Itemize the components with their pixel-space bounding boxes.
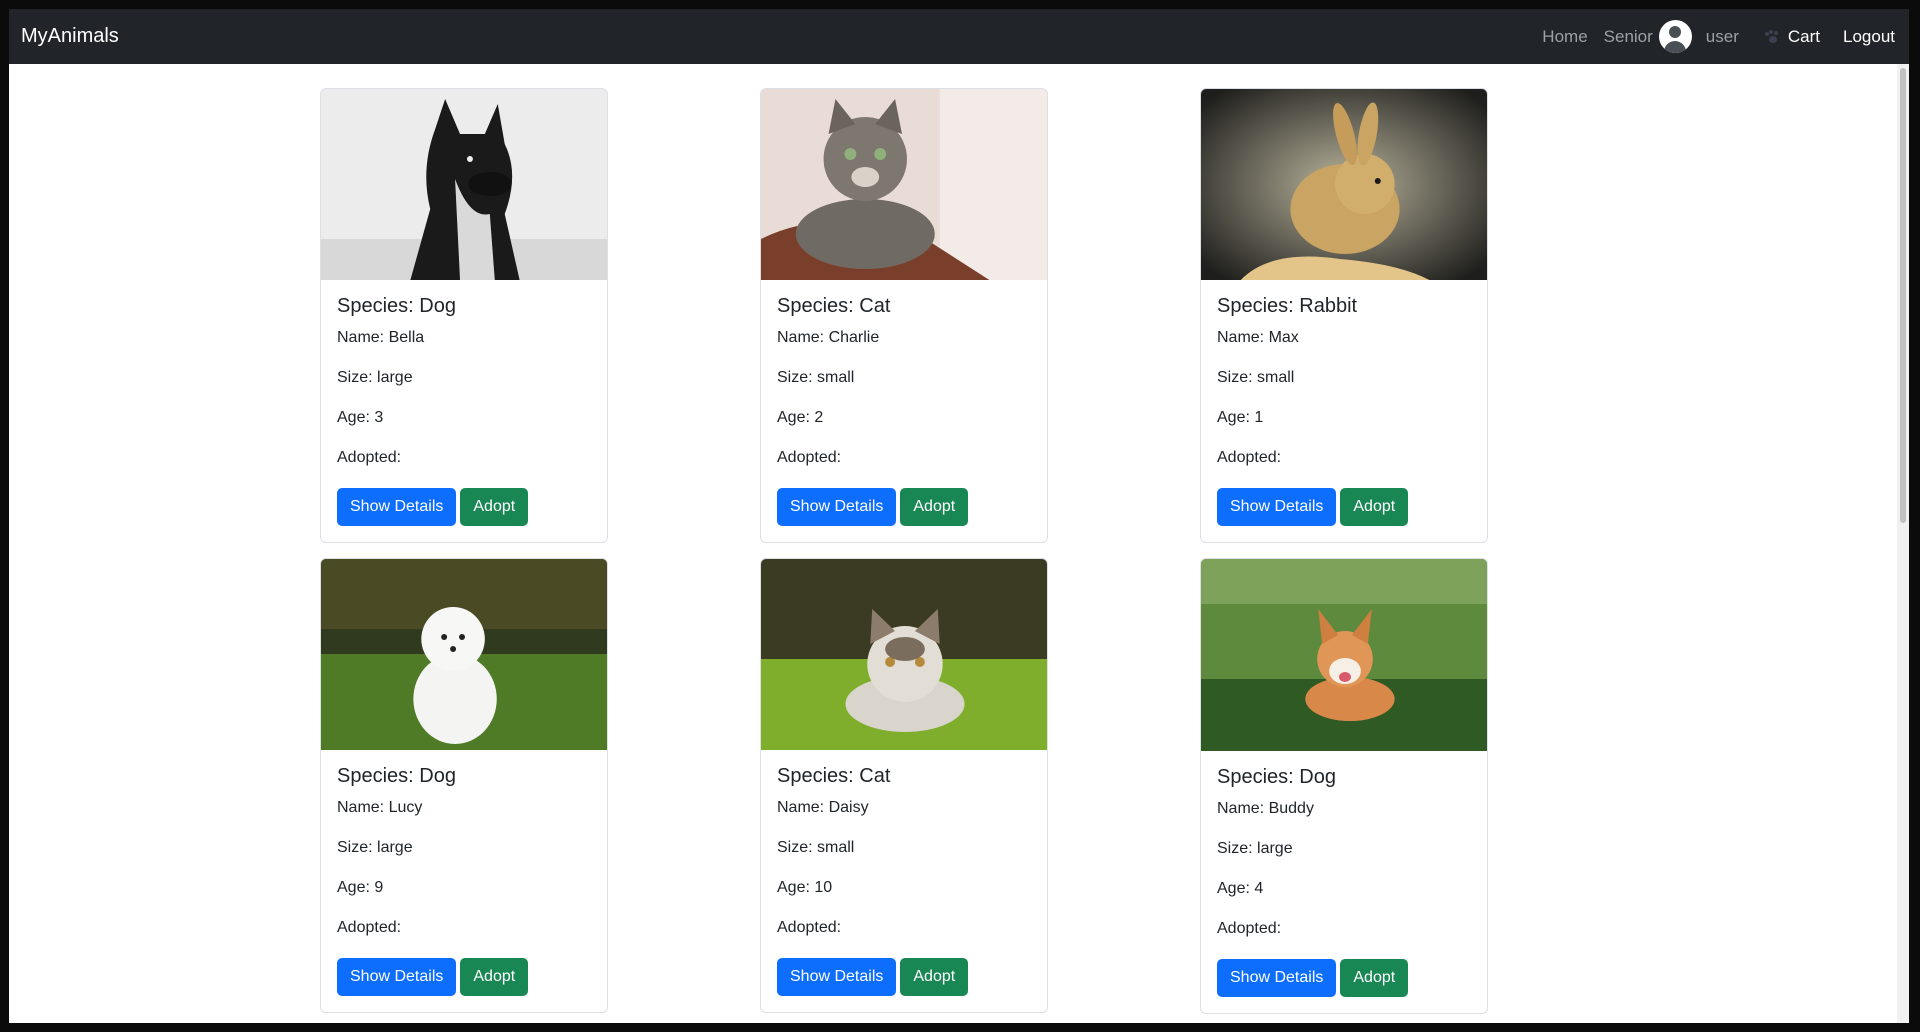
nav-cart-label: Cart <box>1787 26 1820 46</box>
animal-name: Name: Max <box>1217 329 1299 346</box>
animal-size: Size: large <box>1217 840 1293 857</box>
animal-adopted: Adopted: <box>337 449 402 466</box>
animal-age: Age: 9 <box>337 879 384 896</box>
animal-species: Species: Cat <box>777 295 891 317</box>
animal-card: Species: Cat Name: Charlie Size: small A… <box>760 88 1048 543</box>
show-details-button[interactable]: Show Details <box>1217 959 1337 997</box>
paw-icon <box>1764 29 1781 44</box>
animal-name: Name: Lucy <box>337 799 423 816</box>
adopt-button[interactable]: Adopt <box>460 958 529 996</box>
animal-card: Species: Dog Name: Buddy Size: large Age… <box>1200 558 1488 1014</box>
adopt-button[interactable]: Adopt <box>900 488 969 526</box>
adopt-button[interactable]: Adopt <box>900 958 969 996</box>
top-navbar: MyAnimals Home Senior user Cart Logout <box>9 9 1909 64</box>
animal-card: Species: Cat Name: Daisy Size: small Age… <box>760 558 1048 1013</box>
animal-name: Name: Buddy <box>1217 800 1314 817</box>
animal-name: Name: Charlie <box>777 329 880 346</box>
animal-adopted: Adopted: <box>777 449 842 466</box>
animal-size: Size: small <box>777 369 855 386</box>
animal-species: Species: Dog <box>1217 766 1336 788</box>
animal-age: Age: 2 <box>777 409 824 426</box>
avatar-head-shape <box>1669 26 1682 38</box>
brand-link[interactable]: MyAnimals <box>21 25 119 48</box>
animal-photo-dog <box>321 89 607 280</box>
adopt-button[interactable]: Adopt <box>460 488 529 526</box>
show-details-button[interactable]: Show Details <box>1217 488 1337 526</box>
animal-species: Species: Dog <box>337 295 456 317</box>
animal-size: Size: small <box>777 839 855 856</box>
animal-name: Name: Bella <box>337 329 425 346</box>
animal-age: Age: 4 <box>1217 880 1264 897</box>
show-details-button[interactable]: Show Details <box>777 488 897 526</box>
avatar-body-shape <box>1664 41 1687 53</box>
animal-photo-dog <box>1201 559 1487 751</box>
animal-card: Species: Dog Name: Bella Size: large Age… <box>320 88 608 543</box>
animal-age: Age: 3 <box>337 409 384 426</box>
adopt-button[interactable]: Adopt <box>1340 959 1409 997</box>
animal-species: Species: Cat <box>777 765 891 787</box>
animal-adopted: Adopted: <box>1217 449 1282 466</box>
animal-photo-cat <box>761 89 1047 280</box>
show-details-button[interactable]: Show Details <box>777 958 897 996</box>
animal-size: Size: small <box>1217 369 1295 386</box>
animal-size: Size: large <box>337 839 413 856</box>
animal-age: Age: 1 <box>1217 409 1264 426</box>
animal-adopted: Adopted: <box>337 919 402 936</box>
nav-senior-link[interactable]: Senior <box>1604 27 1653 47</box>
vertical-scrollbar[interactable] <box>1897 64 1909 1023</box>
animal-adopted: Adopted: <box>777 919 842 936</box>
nav-logout-link[interactable]: Logout <box>1843 27 1895 47</box>
nav-cart-link[interactable]: Cart <box>1764 26 1820 47</box>
animal-age: Age: 10 <box>777 879 833 896</box>
scrollbar-thumb[interactable] <box>1900 68 1906 523</box>
animal-photo-cat <box>761 559 1047 750</box>
animal-name: Name: Daisy <box>777 799 869 816</box>
animal-species: Species: Rabbit <box>1217 295 1358 317</box>
nav-home-link[interactable]: Home <box>1542 27 1587 47</box>
show-details-button[interactable]: Show Details <box>337 958 457 996</box>
animal-photo-rabbit <box>1201 89 1487 280</box>
animal-species: Species: Dog <box>337 765 456 787</box>
animal-card: Species: Rabbit Name: Max Size: small Ag… <box>1200 88 1488 543</box>
animal-size: Size: large <box>337 369 413 386</box>
animal-card: Species: Dog Name: Lucy Size: large Age:… <box>320 558 608 1013</box>
animal-photo-dog <box>321 559 607 750</box>
nav-links: Home Senior user Cart Logout <box>1542 9 1895 64</box>
adopt-button[interactable]: Adopt <box>1340 488 1409 526</box>
nav-user-link[interactable]: user <box>1706 27 1739 47</box>
browser-viewport: MyAnimals Home Senior user Cart Logout S… <box>9 9 1909 1023</box>
show-details-button[interactable]: Show Details <box>337 488 457 526</box>
animal-adopted: Adopted: <box>1217 920 1282 937</box>
user-avatar-icon[interactable] <box>1658 20 1692 53</box>
